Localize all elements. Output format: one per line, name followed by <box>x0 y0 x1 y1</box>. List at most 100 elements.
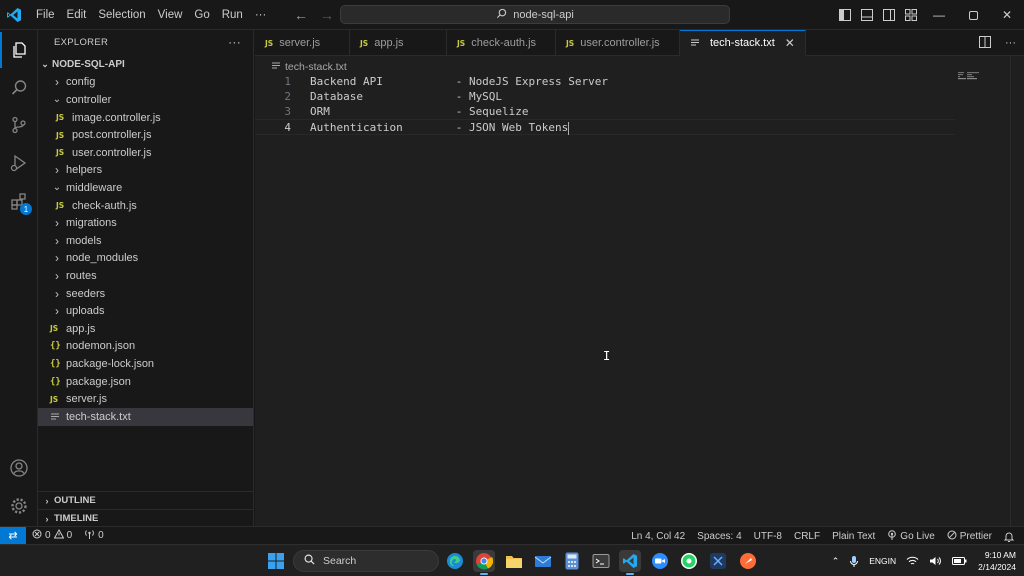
folder-uploads[interactable]: › uploads <box>38 302 253 320</box>
tab-app-js[interactable]: JS app.js <box>350 30 447 56</box>
language-mode[interactable]: Plain Text <box>826 531 881 542</box>
code-line[interactable]: 1 Backend API - NodeJS Express Server <box>255 74 955 89</box>
folder-config[interactable]: › config <box>38 74 253 92</box>
file-nodemon-json[interactable]: {} nodemon.json <box>38 338 253 356</box>
more-actions-icon[interactable]: ··· <box>228 35 241 49</box>
notifications-bell-icon[interactable] <box>998 531 1020 542</box>
breadcrumb-file[interactable]: tech-stack.txt <box>285 61 347 73</box>
terminal-icon[interactable] <box>590 550 612 572</box>
search-icon <box>304 554 315 568</box>
taskbar-search[interactable]: Search <box>293 550 439 572</box>
timeline-section[interactable]: › TIMELINE <box>38 509 253 527</box>
tab-check-auth-js[interactable]: JS check-auth.js <box>447 30 556 56</box>
split-editor-icon[interactable] <box>979 35 991 51</box>
chrome-icon[interactable] <box>473 550 495 575</box>
file-tech-stack-txt[interactable]: tech-stack.txt <box>38 408 253 426</box>
go-live-button[interactable]: Go Live <box>881 529 940 543</box>
file-package-json[interactable]: {} package.json <box>38 373 253 391</box>
search-icon[interactable] <box>0 70 38 106</box>
close-icon[interactable]: ✕ <box>785 36 795 50</box>
remote-indicator-icon[interactable]: ⇄ <box>0 526 26 545</box>
microphone-icon[interactable] <box>844 555 864 568</box>
file-server-js[interactable]: JS server.js <box>38 390 253 408</box>
accounts-icon[interactable] <box>0 450 38 486</box>
folder-models[interactable]: › models <box>38 232 253 250</box>
menu-file[interactable]: File <box>30 0 61 30</box>
tab-server-js[interactable]: JS server.js <box>255 30 350 56</box>
battery-icon[interactable] <box>947 557 972 565</box>
folder-routes[interactable]: › routes <box>38 267 253 285</box>
snipping-tool-icon[interactable] <box>707 550 729 572</box>
menu-more-icon[interactable]: ··· <box>249 0 273 30</box>
toggle-primary-sidebar-icon[interactable] <box>834 0 856 30</box>
zoom-icon[interactable] <box>649 550 671 572</box>
javascript-file-icon: JS <box>56 201 65 211</box>
language-indicator[interactable]: ENG IN <box>864 556 901 567</box>
text-file-icon <box>690 38 704 48</box>
workspace-root[interactable]: ⌄ NODE-SQL-API <box>38 56 253 74</box>
back-arrow-icon[interactable]: ← <box>294 7 308 23</box>
code-line[interactable]: 4 Authentication - JSON Web Tokens <box>255 119 955 135</box>
problems-indicator[interactable]: 0 0 <box>26 528 78 542</box>
cursor-position[interactable]: Ln 4, Col 42 <box>625 531 691 542</box>
end-of-line[interactable]: CRLF <box>788 531 826 542</box>
folder-middleware[interactable]: ⌄ middleware <box>38 179 253 197</box>
file-post-controller-js[interactable]: JS post.controller.js <box>38 126 253 144</box>
show-hidden-icons-chevron-icon[interactable]: ⌃ <box>827 556 845 567</box>
editor-scrollbar[interactable] <box>1010 56 1024 526</box>
folder-node-modules[interactable]: › node_modules <box>38 250 253 268</box>
command-center[interactable]: node-sql-api <box>340 5 730 24</box>
file-user-controller-js[interactable]: JS user.controller.js <box>38 144 253 162</box>
customize-layout-icon[interactable] <box>900 0 922 30</box>
menu-go[interactable]: Go <box>188 0 215 30</box>
file-check-auth-js[interactable]: JS check-auth.js <box>38 197 253 215</box>
code-line[interactable]: 3 ORM - Sequelize <box>255 104 955 119</box>
extensions-icon[interactable]: 1 <box>0 183 38 219</box>
encoding[interactable]: UTF-8 <box>748 531 788 542</box>
file-app-js[interactable]: JS app.js <box>38 320 253 338</box>
editor-tabs: JS server.js JS app.js JS check-auth.js JS user… <box>255 30 1024 56</box>
whatsapp-icon[interactable] <box>678 550 700 572</box>
folder-migrations[interactable]: › migrations <box>38 214 253 232</box>
more-actions-icon[interactable]: ··· <box>1005 37 1016 49</box>
toggle-panel-icon[interactable] <box>856 0 878 30</box>
chevron-right-icon: › <box>55 75 59 90</box>
indentation[interactable]: Spaces: 4 <box>691 531 747 542</box>
minimize-button[interactable]: — <box>922 0 956 30</box>
menu-selection[interactable]: Selection <box>92 0 151 30</box>
file-image-controller-js[interactable]: JS image.controller.js <box>38 109 253 127</box>
menu-run[interactable]: Run <box>216 0 249 30</box>
clock[interactable]: 9:10 AM 2/14/2024 <box>972 549 1024 573</box>
outline-section[interactable]: › OUTLINE <box>38 491 253 509</box>
file-package-lock-json[interactable]: {} package-lock.json <box>38 355 253 373</box>
menu-view[interactable]: View <box>152 0 189 30</box>
run-debug-icon[interactable] <box>0 145 38 181</box>
postman-icon[interactable] <box>737 550 759 572</box>
explorer-icon[interactable] <box>0 32 38 68</box>
vscode-app-icon[interactable] <box>619 550 641 575</box>
toggle-secondary-sidebar-icon[interactable] <box>878 0 900 30</box>
folder-helpers[interactable]: › helpers <box>38 162 253 180</box>
maximize-button[interactable] <box>956 0 990 30</box>
source-control-icon[interactable] <box>0 107 38 143</box>
folder-seeders[interactable]: › seeders <box>38 285 253 303</box>
calculator-icon[interactable] <box>561 550 583 572</box>
folder-controller[interactable]: ⌄ controller <box>38 91 253 109</box>
code-line[interactable]: 2 Database - MySQL <box>255 89 955 104</box>
forward-arrow-icon[interactable]: → <box>320 7 334 23</box>
file-explorer-icon[interactable] <box>503 550 525 572</box>
volume-icon[interactable] <box>924 556 947 566</box>
editor-area[interactable]: tech-stack.txt 1 Backend API - NodeJS Exp… <box>255 56 1024 526</box>
wifi-icon[interactable] <box>901 556 924 566</box>
tab-tech-stack-txt[interactable]: tech-stack.txt ✕ <box>680 30 806 56</box>
menu-edit[interactable]: Edit <box>61 0 93 30</box>
edge-icon[interactable] <box>444 550 466 572</box>
mail-icon[interactable] <box>532 550 554 572</box>
ports-indicator[interactable]: 0 <box>78 529 110 542</box>
settings-gear-icon[interactable] <box>0 488 38 524</box>
close-button[interactable]: ✕ <box>990 0 1024 30</box>
minimap[interactable] <box>958 72 986 80</box>
tab-user-controller-js[interactable]: JS user.controller.js <box>556 30 680 56</box>
prettier-status[interactable]: Prettier <box>941 530 998 543</box>
windows-start-icon[interactable] <box>268 553 284 572</box>
